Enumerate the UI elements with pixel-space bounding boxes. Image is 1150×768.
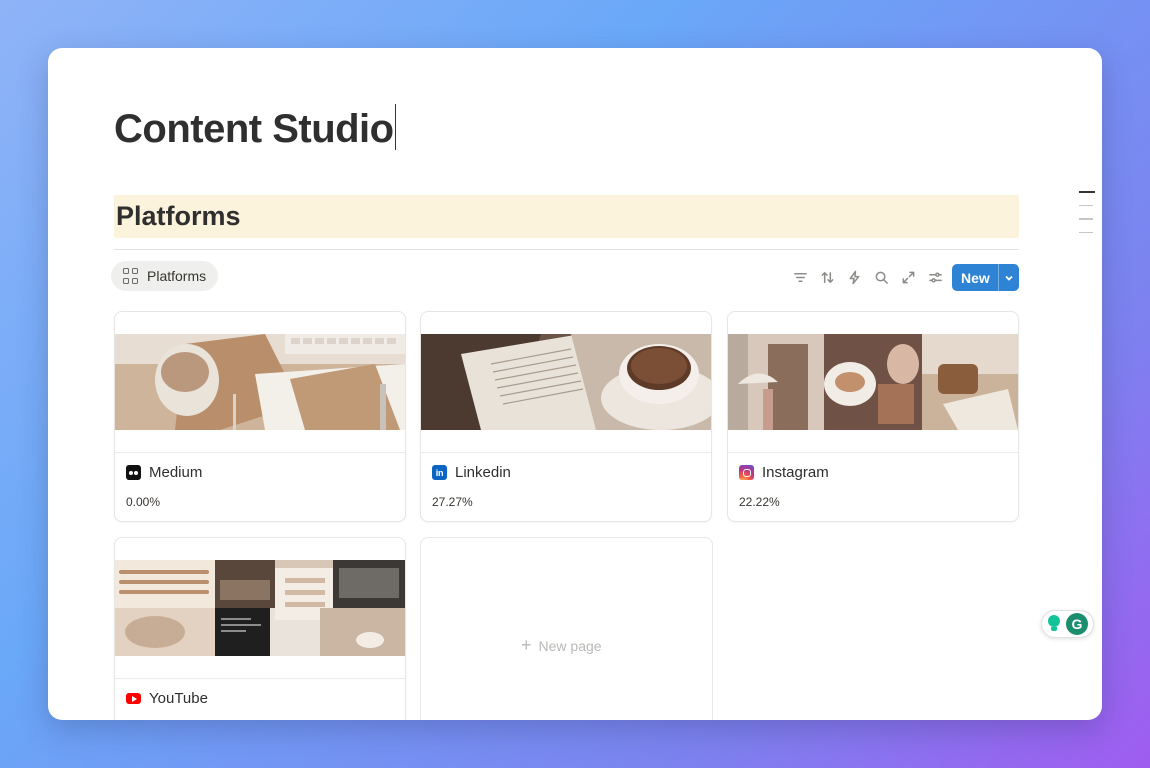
view-tab-label: Platforms [147, 268, 207, 284]
view-tab-platforms[interactable]: Platforms [111, 261, 219, 291]
settings-icon[interactable] [922, 264, 949, 291]
gallery-card-linkedin[interactable]: in Linkedin 27.27% [420, 311, 712, 522]
divider [114, 249, 1019, 250]
section-heading: Platforms [116, 201, 241, 231]
toc-line [1079, 204, 1093, 206]
chevron-down-icon[interactable] [999, 273, 1019, 283]
card-percent: 0.00% [126, 495, 161, 509]
medium-icon [126, 465, 141, 480]
card-divider [115, 452, 405, 453]
youtube-icon [126, 693, 141, 704]
card-title-text: Medium [149, 464, 203, 481]
card-cover-image [421, 334, 711, 430]
gallery-view-icon [123, 268, 139, 284]
lightbulb-icon[interactable] [1046, 614, 1062, 634]
toc-line [1079, 231, 1093, 233]
card-divider [728, 452, 1018, 453]
card-title-text: Linkedin [455, 464, 511, 481]
card-title: Medium [126, 464, 202, 481]
toc-line [1079, 191, 1095, 193]
new-page-label: New page [538, 637, 602, 654]
filter-icon[interactable] [787, 264, 814, 291]
grammarly-icon[interactable]: G [1066, 613, 1088, 635]
new-button[interactable]: New [952, 264, 1019, 291]
card-title: in Linkedin [432, 464, 511, 481]
new-button-label: New [961, 269, 990, 286]
gallery-card-youtube[interactable]: YouTube [114, 537, 406, 720]
new-page-card[interactable]: + New page [420, 537, 713, 720]
database-toolbar [787, 264, 949, 291]
card-percent: 27.27% [432, 495, 473, 509]
gallery-card-instagram[interactable]: Instagram 22.22% [727, 311, 1019, 522]
card-divider [421, 452, 711, 453]
card-cover-image [115, 334, 405, 430]
gallery-card-medium[interactable]: Medium 0.00% [114, 311, 406, 522]
instagram-icon [739, 465, 754, 480]
card-cover-image [115, 560, 405, 656]
automation-icon[interactable] [841, 264, 868, 291]
app-window: Content Studio Platforms Platforms New M… [48, 48, 1102, 720]
toc-line [1079, 218, 1093, 220]
expand-icon[interactable] [895, 264, 922, 291]
section-heading-block[interactable]: Platforms [114, 195, 1019, 238]
card-title: Instagram [739, 464, 829, 481]
sort-icon[interactable] [814, 264, 841, 291]
search-icon[interactable] [868, 264, 895, 291]
table-of-contents-rail[interactable] [1079, 191, 1095, 245]
card-cover-image [728, 334, 1018, 430]
grammarly-widget[interactable]: G [1041, 610, 1094, 638]
card-percent: 22.22% [739, 495, 780, 509]
plus-icon: + [521, 635, 532, 655]
card-title-text: YouTube [149, 690, 208, 707]
card-divider [115, 678, 405, 679]
new-page-button[interactable]: + New page [521, 635, 602, 656]
linkedin-icon: in [432, 465, 447, 480]
card-title: YouTube [126, 690, 208, 707]
page-title-text: Content Studio [114, 107, 394, 151]
page-title[interactable]: Content Studio [114, 104, 396, 152]
card-title-text: Instagram [762, 464, 829, 481]
text-caret [394, 104, 396, 150]
